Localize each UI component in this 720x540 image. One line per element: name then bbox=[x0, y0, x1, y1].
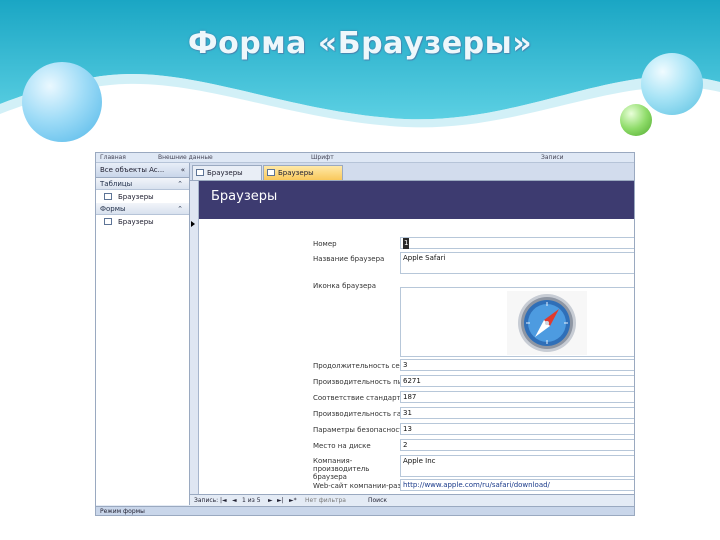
field-label-performance: Производительность пи bbox=[313, 378, 403, 386]
nav-item-label: Браузеры bbox=[118, 218, 154, 226]
browser-image bbox=[507, 291, 587, 355]
nav-group-tables[interactable]: Таблицы ⌃ bbox=[96, 178, 189, 190]
record-position[interactable]: 1 из 5 bbox=[242, 497, 261, 504]
prev-record-icon[interactable]: ◄ bbox=[232, 497, 237, 504]
chevron-up-icon: ⌃ bbox=[177, 180, 183, 188]
first-record-icon[interactable]: |◄ bbox=[220, 497, 227, 504]
tab-table-browsers[interactable]: Браузеры bbox=[192, 165, 262, 180]
document-tabs: Браузеры Браузеры bbox=[190, 163, 634, 181]
nav-item-table-browsers[interactable]: Браузеры bbox=[96, 190, 189, 203]
field-startup[interactable]: 3 bbox=[400, 359, 634, 371]
ribbon-item[interactable]: Главная bbox=[100, 154, 126, 161]
form-title: Браузеры bbox=[211, 189, 278, 204]
field-standards[interactable]: 187 bbox=[400, 391, 634, 403]
field-label-browser-icon: Иконка браузера bbox=[313, 282, 377, 290]
nav-group-forms[interactable]: Формы ⌃ bbox=[96, 203, 189, 215]
form-icon bbox=[104, 218, 112, 225]
field-company[interactable]: Apple Inc bbox=[400, 455, 634, 477]
slide-title: Форма «Браузеры» bbox=[187, 26, 533, 61]
slide-header: Форма «Браузеры» bbox=[0, 0, 720, 150]
ribbon: Главная Внешние данные Шрифт Записи bbox=[96, 153, 634, 163]
nav-item-form-browsers[interactable]: Браузеры bbox=[96, 215, 189, 228]
field-performance[interactable]: 6271 bbox=[400, 375, 634, 387]
field-label-startup: Продолжительность сей bbox=[313, 362, 405, 370]
field-label-website: Web-сайт компании-разр bbox=[313, 482, 406, 490]
last-record-icon[interactable]: ►| bbox=[277, 497, 284, 504]
current-record-arrow-icon bbox=[191, 221, 195, 227]
field-browser-icon[interactable] bbox=[400, 287, 634, 357]
record-label: Запись: bbox=[194, 497, 219, 504]
field-number[interactable]: 1 bbox=[400, 237, 634, 249]
nav-group-label: Таблицы bbox=[100, 180, 133, 188]
status-text: Режим формы bbox=[100, 508, 145, 515]
field-security[interactable]: 13 bbox=[400, 423, 634, 435]
nav-item-label: Браузеры bbox=[118, 193, 154, 201]
table-icon bbox=[196, 169, 204, 176]
document-area: Браузеры Браузеры Браузеры Номер 1 Назва… bbox=[190, 163, 634, 506]
field-website[interactable]: http://www.apple.com/ru/safari/download/ bbox=[400, 479, 634, 491]
field-label-browser-name: Название браузера bbox=[313, 255, 385, 263]
filter-status[interactable]: Нет фильтра bbox=[305, 497, 346, 504]
field-disk-space[interactable]: 2 bbox=[400, 439, 634, 451]
new-record-icon[interactable]: ►* bbox=[289, 497, 297, 504]
safari-compass-icon bbox=[518, 294, 576, 352]
table-icon bbox=[104, 193, 112, 200]
field-label-security: Параметры безопасности bbox=[313, 426, 408, 434]
nav-pane-title: Все объекты Ac... bbox=[100, 166, 165, 174]
tab-label: Браузеры bbox=[278, 169, 314, 177]
chevron-double-left-icon[interactable]: « bbox=[181, 166, 185, 174]
decor-bubble-green bbox=[620, 104, 652, 136]
status-bar: Режим формы bbox=[96, 506, 634, 515]
field-label-disk-space: Место на диске bbox=[313, 442, 371, 450]
field-graphics[interactable]: 31 bbox=[400, 407, 634, 419]
header-wave-background bbox=[0, 0, 720, 128]
field-label-company: Компания-производитель браузера bbox=[313, 457, 370, 481]
field-label-standards: Соответствие стандарту bbox=[313, 394, 405, 402]
ribbon-item[interactable]: Записи bbox=[541, 154, 564, 161]
tab-label: Браузеры bbox=[207, 169, 243, 177]
field-label-number: Номер bbox=[313, 240, 337, 248]
form-icon bbox=[267, 169, 275, 176]
form-header: Браузеры bbox=[199, 181, 634, 219]
next-record-icon[interactable]: ► bbox=[268, 497, 273, 504]
tab-form-browsers[interactable]: Браузеры bbox=[263, 165, 343, 180]
record-selector[interactable] bbox=[190, 181, 199, 506]
nav-pane-header[interactable]: Все объекты Ac... « bbox=[96, 163, 189, 178]
field-value: 1 bbox=[403, 238, 410, 249]
chevron-up-icon: ⌃ bbox=[177, 205, 183, 213]
field-browser-name[interactable]: Apple Safari bbox=[400, 252, 634, 274]
nav-group-label: Формы bbox=[100, 205, 126, 213]
decor-bubble-large bbox=[22, 62, 102, 142]
navigation-pane: Все объекты Ac... « Таблицы ⌃ Браузеры Ф… bbox=[96, 163, 190, 505]
ribbon-item[interactable]: Шрифт bbox=[311, 154, 334, 161]
record-navigation-bar: Запись: |◄ ◄ 1 из 5 ► ►| ►* Нет фильтра … bbox=[190, 494, 634, 506]
decor-bubble-right bbox=[641, 53, 703, 115]
field-label-graphics: Производительность гаj bbox=[313, 410, 404, 418]
access-window: Главная Внешние данные Шрифт Записи Все … bbox=[95, 152, 635, 516]
search-box[interactable]: Поиск bbox=[368, 497, 387, 504]
ribbon-item[interactable]: Внешние данные bbox=[158, 154, 213, 161]
